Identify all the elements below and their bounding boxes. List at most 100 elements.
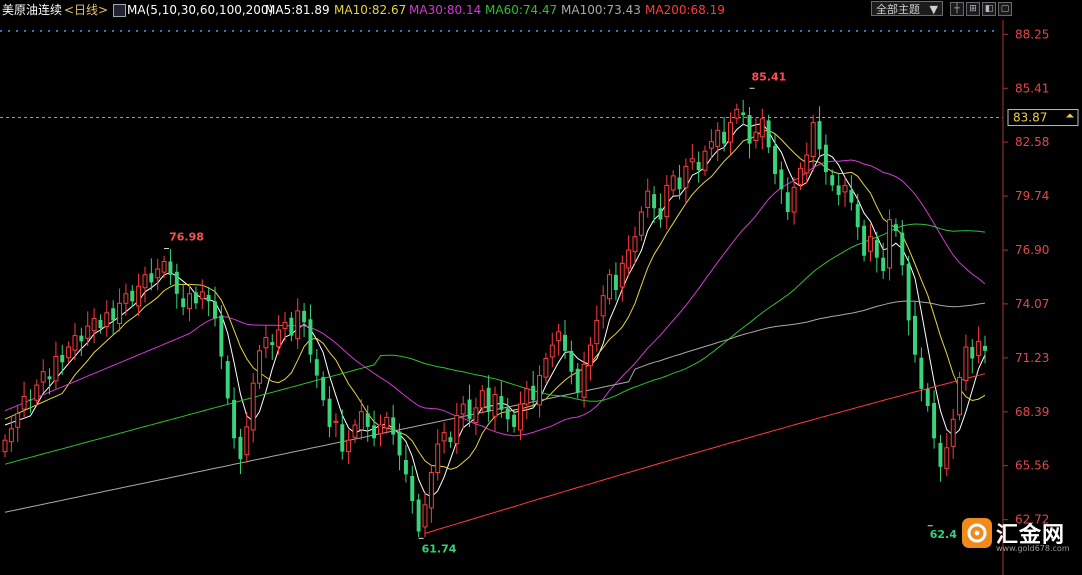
candle-body-down [836, 185, 841, 195]
candlestick-chart[interactable]: 88.25 85.41 82.58 79.74 76.90 74.07 71.23 68.39… [0, 0, 1082, 575]
candle-body-down [919, 357, 924, 389]
candle-body-up [66, 346, 72, 359]
candle-body-up [549, 344, 555, 358]
candle-body-up [460, 403, 466, 415]
candle-body-up [454, 414, 460, 445]
candle-body-up [91, 318, 97, 332]
logo-url: www.gold678.com [996, 544, 1070, 553]
candle-body-down [403, 459, 408, 475]
candle-body-up [34, 384, 40, 401]
candle-body-up [85, 325, 91, 339]
candle-body-down [321, 377, 326, 401]
candle-body-down [658, 208, 663, 220]
candle-body-down [512, 414, 517, 427]
candle-body-down [817, 121, 822, 150]
candle-body-up [524, 388, 530, 405]
candle-body-up [867, 236, 873, 252]
candle-body-down [849, 189, 854, 203]
candle-body-up [492, 394, 498, 417]
candle-body-up [136, 285, 142, 307]
candle-body-down [340, 424, 345, 452]
candle-body-up [517, 403, 523, 431]
candle-body-up [734, 108, 740, 119]
candle-body-down [575, 368, 580, 393]
candle-body-down [913, 315, 917, 355]
ma200-line [424, 373, 986, 534]
candle-body-down [938, 442, 943, 467]
candle-body-down [391, 417, 396, 435]
candle-body-down [111, 308, 116, 321]
candle-body-up [244, 426, 250, 456]
price-tick-label: 76.90 [1015, 243, 1049, 257]
candle-body-up [257, 350, 263, 384]
candle-body-up [473, 407, 479, 423]
candle-body-down [499, 396, 504, 410]
candle-body-down [862, 225, 867, 256]
candle-body-down [830, 175, 835, 186]
candle-body-down [677, 177, 682, 190]
candle-body-down [613, 274, 618, 290]
candle-body-up [377, 424, 383, 435]
candle-body-up [810, 122, 816, 158]
candle-body-down [779, 169, 784, 190]
candle-body-up [626, 249, 632, 269]
candle-body-down [28, 399, 33, 401]
price-tick-label: 85.41 [1015, 81, 1049, 95]
candle-body-down [741, 112, 746, 116]
candle-body-up [15, 413, 21, 428]
candle-body-up [333, 420, 339, 423]
candle-body-up [887, 219, 893, 269]
low-price-label: 61.74 [422, 542, 457, 555]
candle-body-up [944, 447, 950, 469]
candle-body-up [250, 382, 256, 431]
price-tick-label: 79.74 [1015, 189, 1049, 203]
candle-body-down [225, 361, 230, 399]
candle-body-up [263, 337, 269, 349]
candle-body-up [384, 416, 390, 429]
candle-body-down [213, 301, 217, 319]
candle-body-up [479, 390, 485, 409]
candle-body-down [130, 290, 135, 302]
candle-body-up [142, 274, 148, 289]
candle-body-up [607, 274, 613, 300]
price-tick-label: 88.25 [1015, 27, 1049, 41]
candle-body-up [632, 236, 638, 253]
candle-body-up [53, 356, 59, 382]
candle-body-up [689, 158, 695, 163]
candle-body-up [670, 175, 676, 191]
candle-body-down [874, 239, 879, 258]
candle-body-down [98, 320, 103, 329]
candle-body-down [397, 431, 402, 456]
candle-body-up [422, 504, 428, 528]
candle-body-down [970, 347, 975, 359]
candle-body-up [759, 118, 765, 138]
candle-body-down [206, 294, 211, 302]
candle-body-down [722, 131, 727, 144]
candle-body-down [652, 194, 657, 209]
candle-body-up [161, 260, 167, 273]
price-tick-label: 74.07 [1015, 297, 1049, 311]
candle-body-down [900, 232, 905, 266]
candle-body-down [308, 319, 313, 355]
candle-body-up [950, 418, 956, 447]
candle-body-up [619, 262, 625, 288]
candle-body-up [683, 165, 689, 189]
price-tick-label: 65.56 [1015, 459, 1049, 473]
candle-body-up [2, 439, 8, 453]
candle-body-up [117, 302, 123, 324]
candle-body-down [302, 310, 307, 323]
candle-body-down [467, 399, 472, 420]
candle-body-down [79, 335, 84, 342]
candle-body-down [893, 224, 898, 232]
candle-body-up [187, 293, 193, 310]
price-tick-label: 68.39 [1015, 405, 1049, 419]
candle-body-down [289, 317, 294, 336]
candle-body-down [327, 398, 332, 427]
candle-body-down [410, 475, 415, 502]
candle-body-down [983, 345, 987, 351]
high-price-label: 85.41 [752, 70, 787, 83]
candle-body-down [773, 145, 777, 175]
candle-body-down [448, 437, 453, 443]
candle-body-down [823, 144, 828, 173]
candle-body-down [925, 388, 930, 406]
